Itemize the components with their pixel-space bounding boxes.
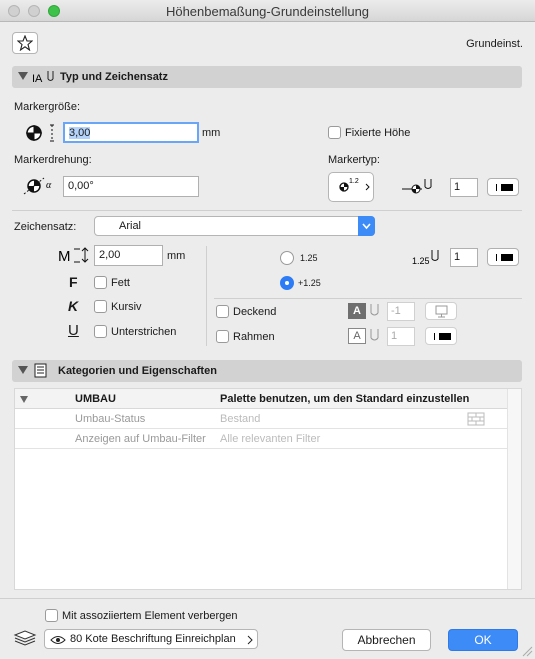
text-style-icon: IA	[32, 71, 54, 85]
fixed-height-label: Fixierte Höhe	[345, 127, 411, 139]
hide-with-element-checkbox[interactable]	[45, 609, 58, 622]
marker-size-input[interactable]: 3,00	[63, 122, 199, 143]
italic-glyph: K	[68, 298, 79, 314]
table-row-key: Umbau-Status	[75, 413, 146, 425]
window-title: Höhenbemaßung-Grundeinstellung	[165, 4, 370, 19]
frame-color-button[interactable]	[425, 327, 457, 345]
document-icon	[34, 363, 47, 378]
svg-text:M: M	[58, 248, 71, 264]
table-header-row[interactable]: UMBAU Palette benutzen, um den Standard …	[15, 389, 507, 409]
font-select-value: Arial	[119, 220, 142, 232]
ok-button[interactable]: OK	[448, 629, 518, 651]
title-bar: Höhenbemaßung-Grundeinstellung	[0, 0, 535, 22]
chevron-right-icon	[247, 635, 253, 645]
text-height-icon: M	[58, 247, 89, 264]
marker-size-label: Markergröße:	[14, 101, 81, 113]
section-categories[interactable]: Kategorien und Eigenschaften	[12, 360, 522, 382]
hide-with-element-label: Mit assoziiertem Element verbergen	[62, 610, 238, 622]
section-title: Typ und Zeichensatz	[60, 71, 168, 83]
fill-pen-icon	[370, 304, 379, 316]
cancel-button[interactable]: Abbrechen	[342, 629, 431, 651]
fixed-height-checkbox[interactable]	[328, 126, 341, 139]
svg-text:IA: IA	[32, 73, 43, 85]
marker-pen-input[interactable]: 1	[450, 178, 478, 197]
table-header-value: Palette benutzen, um den Standard einzus…	[220, 393, 470, 405]
eye-icon	[50, 636, 66, 644]
bold-label: Fett	[111, 277, 130, 289]
frame-pen-icon	[370, 329, 379, 341]
table-row[interactable]: Anzeigen auf Umbau-Filter Alle relevante…	[15, 429, 507, 449]
footer-divider	[0, 598, 535, 599]
frame-label: Rahmen	[233, 331, 275, 343]
marker-type-button[interactable]: 1.2	[328, 172, 374, 202]
text-pen-input[interactable]: 1	[450, 248, 478, 267]
font-size-unit: mm	[167, 250, 186, 262]
font-label: Zeichensatz:	[14, 221, 77, 233]
table-header-key: UMBAU	[75, 393, 116, 405]
brick-wall-icon	[467, 412, 485, 426]
opaque-pen-input[interactable]: -1	[387, 302, 415, 321]
frame-checkbox[interactable]	[216, 330, 229, 343]
divider	[12, 210, 522, 211]
frame-pen-input[interactable]: 1	[387, 327, 415, 346]
marker-pen-color-button[interactable]	[487, 178, 519, 196]
marker-size-icon	[26, 124, 54, 142]
collapse-arrow-icon	[18, 72, 28, 80]
underline-checkbox[interactable]	[94, 325, 107, 338]
divider	[214, 298, 522, 299]
text-pen-icon: 1.25	[412, 250, 439, 266]
section-type-and-font[interactable]: IA Typ und Zeichensatz	[12, 66, 522, 88]
properties-table: UMBAU Palette benutzen, um den Standard …	[14, 388, 522, 590]
vertical-divider	[206, 246, 207, 346]
bold-checkbox[interactable]	[94, 276, 107, 289]
favorites-button[interactable]	[12, 32, 38, 54]
font-size-input[interactable]: 2,00	[94, 245, 163, 266]
italic-checkbox[interactable]	[94, 300, 107, 313]
marker-rotation-input[interactable]: 0,00°	[63, 176, 199, 197]
frame-letter-icon: A	[348, 328, 366, 344]
table-row-value: Bestand	[220, 413, 261, 425]
marker-type-icon: 1.2	[339, 178, 370, 192]
section-title: Kategorien und Eigenschaften	[58, 365, 217, 377]
format-option-2: +1.25	[298, 278, 321, 288]
opaque-color-button[interactable]	[425, 302, 457, 320]
layer-select-label: 80 Kote Beschriftung Einreichplan	[70, 633, 236, 645]
italic-label: Kursiv	[111, 301, 142, 313]
marker-rotation-label: Markerdrehung:	[14, 154, 92, 166]
font-select[interactable]: Arial	[94, 216, 375, 236]
format-radio-2[interactable]	[280, 276, 294, 290]
table-row-value: Alle relevanten Filter	[220, 433, 321, 445]
fill-letter-icon: A	[348, 303, 366, 319]
marker-type-label: Markertyp:	[328, 154, 380, 166]
expand-arrow-icon	[20, 396, 28, 403]
underline-glyph: U	[68, 322, 79, 339]
layer-select-button[interactable]: 80 Kote Beschriftung Einreichplan	[44, 629, 258, 649]
marker-size-unit: mm	[202, 127, 221, 139]
svg-text:1.25: 1.25	[412, 256, 430, 266]
marker-pen-icon	[402, 179, 432, 194]
underline-label: Unterstrichen	[111, 326, 177, 338]
opaque-label: Deckend	[233, 306, 277, 318]
format-option-1: 1.25	[300, 253, 318, 263]
layers-icon	[13, 630, 37, 646]
table-scrollbar[interactable]	[507, 389, 521, 589]
chevron-down-icon	[358, 216, 375, 236]
bold-glyph: F	[69, 274, 78, 290]
svg-text:1.2: 1.2	[349, 178, 359, 185]
resize-grip-icon[interactable]	[521, 645, 533, 657]
format-radio-1[interactable]	[280, 251, 294, 265]
preset-label: Grundeinst.	[466, 38, 523, 50]
table-row[interactable]: Umbau-Status Bestand	[15, 409, 507, 429]
text-pen-color-button[interactable]	[487, 248, 519, 266]
marker-rotation-icon: α	[23, 177, 52, 195]
star-icon	[16, 34, 34, 52]
monitor-icon	[435, 305, 448, 318]
svg-text:α: α	[46, 180, 52, 191]
collapse-arrow-icon	[18, 366, 28, 374]
table-row-key: Anzeigen auf Umbau-Filter	[75, 433, 206, 445]
opaque-checkbox[interactable]	[216, 305, 229, 318]
